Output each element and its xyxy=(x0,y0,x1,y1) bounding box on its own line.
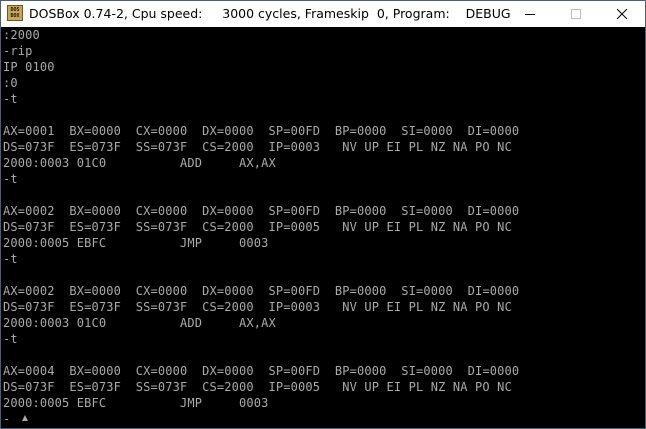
console-line: :0 xyxy=(3,76,18,90)
console-line: 2000:0005 EBFC JMP 0003 xyxy=(3,396,269,410)
console-line: -t xyxy=(3,332,18,346)
console-line: IP 0100 xyxy=(3,60,55,74)
console-line: 2000:0003 01C0 ADD AX,AX xyxy=(3,316,276,330)
app-icon-text-bottom: BOX xyxy=(10,13,20,19)
console-line: AX=0001 BX=0000 CX=0000 DX=0000 SP=00FD … xyxy=(3,124,520,138)
console-line: DS=073F ES=073F SS=073F CS=2000 IP=0003 … xyxy=(3,140,512,154)
console-line: 2000:0005 EBFC JMP 0003 xyxy=(3,236,269,250)
maximize-button[interactable] xyxy=(553,1,599,27)
dosbox-app-icon[interactable]: DOS BOX xyxy=(7,5,23,21)
console-line: -t xyxy=(3,252,18,266)
console-line: -rip xyxy=(3,44,33,58)
close-button[interactable] xyxy=(599,1,645,27)
console-line: AX=0004 BX=0000 CX=0000 DX=0000 SP=00FD … xyxy=(3,364,520,378)
maximize-icon xyxy=(571,9,581,19)
dos-console[interactable]: :2000 -rip IP 0100 :0 -t AX=0001 BX=0000 CX=0… xyxy=(1,27,645,428)
dosbox-window: DOS BOX DOSBox 0.74-2, Cpu speed: 3000 c… xyxy=(0,0,646,429)
console-line: AX=0002 BX=0000 CX=0000 DX=0000 SP=00FD … xyxy=(3,284,520,298)
minimize-button[interactable] xyxy=(507,1,553,27)
console-line: DS=073F ES=073F SS=073F CS=2000 IP=0005 … xyxy=(3,380,512,394)
console-line: -t xyxy=(3,92,18,106)
console-line: -t xyxy=(3,172,18,186)
console-line: 2000:0003 01C0 ADD AX,AX xyxy=(3,156,276,170)
console-line: DS=073F ES=073F SS=073F CS=2000 IP=0003 … xyxy=(3,300,512,314)
close-icon xyxy=(617,9,627,19)
minimize-icon xyxy=(525,14,535,15)
console-line: AX=0002 BX=0000 CX=0000 DX=0000 SP=00FD … xyxy=(3,204,520,218)
window-title: DOSBox 0.74-2, Cpu speed: 3000 cycles, F… xyxy=(29,6,511,21)
title-bar[interactable]: DOS BOX DOSBox 0.74-2, Cpu speed: 3000 c… xyxy=(1,1,645,27)
console-line: - xyxy=(3,412,11,426)
console-line: DS=073F ES=073F SS=073F CS=2000 IP=0005 … xyxy=(3,220,512,234)
console-line: :2000 xyxy=(3,28,40,42)
text-cursor-icon xyxy=(21,414,29,422)
